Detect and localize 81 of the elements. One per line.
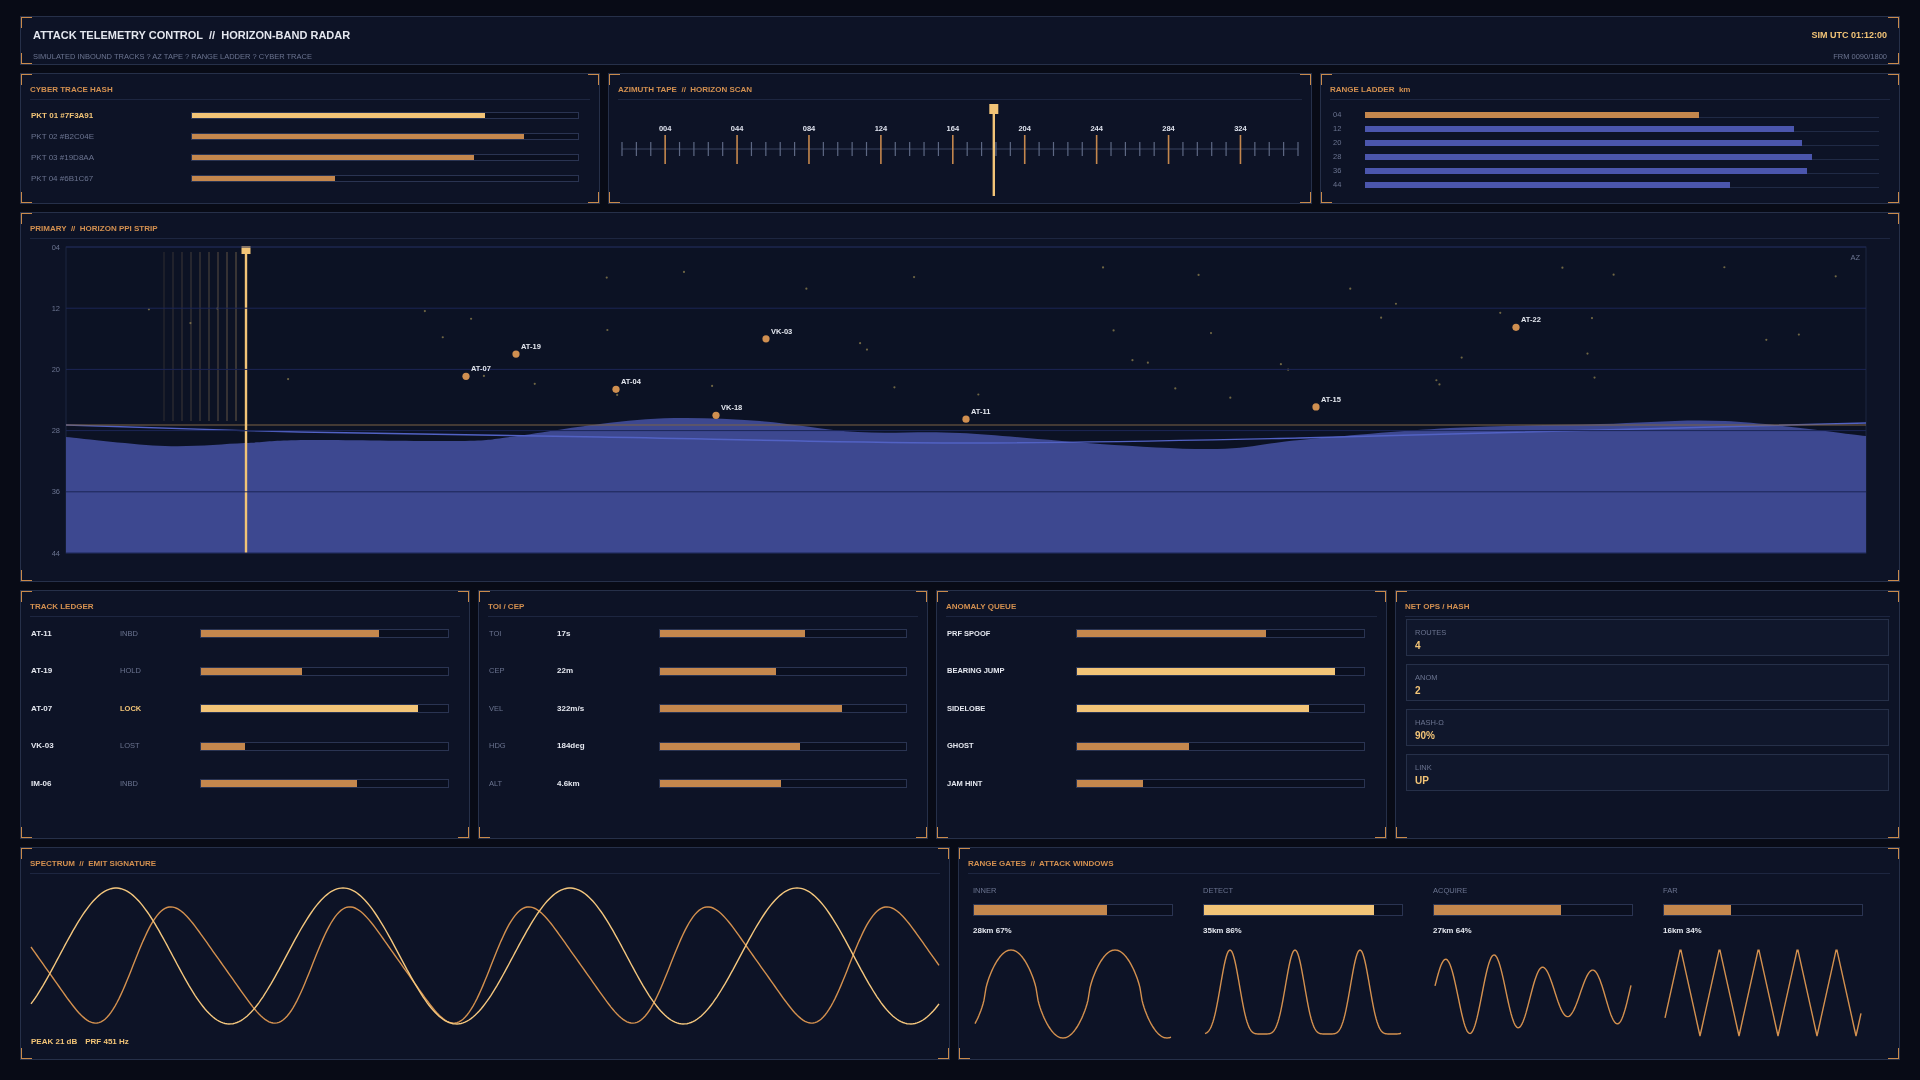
metric-value: 4.6km (557, 778, 580, 789)
clutter-dot (1349, 287, 1352, 290)
clutter-dot (1197, 273, 1200, 276)
track-id: AT-11 (31, 628, 52, 639)
stat-value: 2 (1415, 685, 1421, 697)
stat-value: UP (1415, 775, 1429, 787)
clutter-dot (893, 386, 896, 389)
clutter-dot (1460, 356, 1463, 359)
clutter-dot (1394, 302, 1398, 305)
clutter-dot (1146, 361, 1149, 364)
metric-value: 22m (557, 666, 573, 677)
panel-title: TRACK LEDGER (30, 601, 94, 612)
clutter-dot (1174, 387, 1177, 390)
panel-title: ANOMALY QUEUE (946, 601, 1017, 612)
panel-title: PRIMARY // HORIZON PPI STRIP (30, 223, 158, 234)
clutter-dot (470, 317, 473, 320)
clutter-dot (1834, 275, 1837, 278)
clutter-dot (1229, 396, 1232, 399)
packet-label: PKT 03 #19D8AA (31, 152, 94, 163)
track-id: IM-06 (31, 778, 52, 789)
clutter-dot (1561, 266, 1564, 269)
panel-title: CYBER TRACE HASH (30, 84, 113, 95)
clutter-dot (1723, 266, 1726, 269)
clutter-dot (1797, 333, 1800, 336)
panel-title: SPECTRUM // EMIT SIGNATURE (30, 858, 157, 869)
spectrum-readout: PEAK 21 dB (31, 1037, 78, 1047)
packet-label: PKT 04 #6B1C67 (31, 173, 94, 184)
track-id: VK-03 (31, 741, 54, 752)
clutter-dot (482, 374, 486, 377)
sim-clock: SIM UTC 01:12:00 (1811, 29, 1887, 41)
panel-title: NET OPS / HASH (1405, 601, 1470, 612)
clutter-dot (616, 393, 619, 397)
clutter-dot (1112, 329, 1115, 332)
gate-reading: 27km 64% (1433, 926, 1472, 936)
stat-value: 4 (1415, 640, 1421, 652)
azimuth-cursor[interactable] (989, 104, 999, 196)
clutter-dot (1279, 363, 1282, 366)
sweep-cursor[interactable] (241, 246, 251, 553)
clutter-dot (977, 393, 980, 396)
clutter-dot (1380, 316, 1383, 319)
clutter-dot (859, 342, 862, 345)
clutter-dot (147, 308, 150, 311)
gate-reading: 28km 67% (973, 926, 1012, 936)
clutter-dot (287, 378, 290, 381)
clutter-dot (1586, 352, 1589, 355)
clutter-dot (423, 310, 426, 313)
metric-value: 17s (557, 628, 571, 639)
clutter-dot (441, 336, 444, 339)
panel-title: RANGE LADDER km (1330, 84, 1411, 95)
clutter-dot (1590, 316, 1594, 320)
clutter-dot (711, 384, 714, 387)
panel-title: RANGE GATES // ATTACK WINDOWS (968, 858, 1114, 869)
clutter-dot (533, 382, 536, 385)
packet-label: PKT 01 #7F3A91 (31, 110, 94, 121)
clutter-dot (1209, 331, 1213, 335)
stat-value: 90% (1415, 730, 1435, 742)
clutter-dot (1101, 266, 1105, 269)
clutter-dot (865, 348, 869, 351)
clutter-dot (605, 276, 608, 279)
clutter-dot (606, 328, 609, 332)
clutter-dot (682, 270, 686, 273)
track-id: AT-07 (31, 703, 53, 714)
clutter-dot (1131, 359, 1134, 362)
panel-title: AZIMUTH TAPE // HORIZON SCAN (618, 84, 753, 95)
clutter-dot (1593, 376, 1596, 379)
clutter-dot (1287, 368, 1290, 371)
spectrum-readout: PRF 451 Hz (85, 1037, 129, 1047)
metric-value: 184deg (557, 741, 585, 752)
gate-reading: 16km 34% (1663, 926, 1702, 936)
clutter-dot (1765, 338, 1768, 341)
panel-title: TOI / CEP (488, 601, 525, 612)
track-id: AT-19 (31, 666, 53, 677)
packet-label: PKT 02 #B2C04E (31, 131, 94, 142)
clutter-dot (1612, 273, 1615, 276)
metric-value: 322m/s (557, 703, 585, 714)
clutter-dot (189, 322, 192, 325)
gate-reading: 35km 86% (1203, 926, 1242, 936)
clutter-dot (1499, 311, 1502, 314)
clutter-dot (912, 275, 916, 279)
clutter-dot (805, 287, 808, 290)
dashboard-title: ATTACK TELEMETRY CONTROL // HORIZON-BAND RADAR (33, 29, 351, 42)
